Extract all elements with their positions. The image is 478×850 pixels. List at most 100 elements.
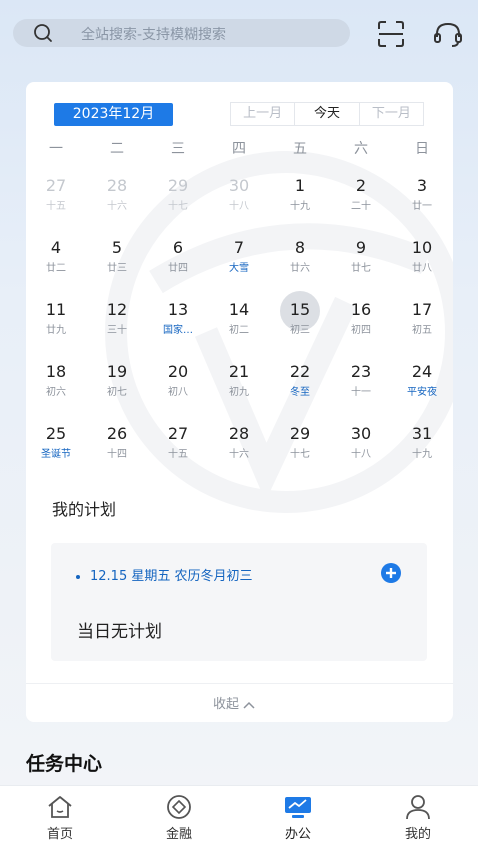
- calendar-day[interactable]: 3 廿一: [397, 175, 447, 227]
- lunar-label: 廿二: [46, 263, 66, 274]
- calendar-day[interactable]: 12 三十: [92, 299, 142, 351]
- day-number: 10: [411, 238, 433, 257]
- day-number: 30: [228, 176, 250, 195]
- calendar-day[interactable]: 26 十四: [92, 423, 142, 475]
- collapse-label: 收起: [213, 697, 240, 712]
- calendar-day[interactable]: 10 廿八: [397, 237, 447, 289]
- lunar-label: 初九: [229, 387, 249, 398]
- calendar-day[interactable]: 24 平安夜: [397, 361, 447, 413]
- day-number: 28: [106, 176, 128, 195]
- scan-icon[interactable]: [376, 20, 406, 48]
- lunar-label: 平安夜: [407, 387, 437, 398]
- plan-box: 12.15 星期五 农历冬月初三 当日无计划: [51, 543, 427, 661]
- calendar-day[interactable]: 19 初七: [92, 361, 142, 413]
- plan-date-text: 12.15 星期五 农历冬月初三: [90, 569, 253, 584]
- day-number: 25: [45, 424, 67, 443]
- plan-title: 我的计划: [52, 500, 117, 519]
- lunar-label: 廿六: [290, 263, 310, 274]
- day-number: 9: [355, 238, 367, 257]
- day-number: 7: [233, 238, 245, 257]
- bottom-tabbar: 首页 金融 办公 我的: [0, 785, 478, 850]
- weekday-label: 三: [171, 141, 185, 157]
- day-number: 26: [106, 424, 128, 443]
- lunar-label: 十八: [229, 201, 249, 212]
- calendar-day[interactable]: 4 廿二: [31, 237, 81, 289]
- day-number: 23: [350, 362, 372, 381]
- calendar-day[interactable]: 30 十八: [214, 175, 264, 227]
- calendar-day[interactable]: 1 十九: [275, 175, 325, 227]
- add-plan-icon[interactable]: [381, 563, 401, 583]
- calendar-day[interactable]: 14 初二: [214, 299, 264, 351]
- tab-finance-label: 金融: [165, 827, 192, 842]
- calendar-day[interactable]: 29 十七: [153, 175, 203, 227]
- empty-plan-text: 当日无计划: [77, 622, 162, 642]
- calendar-day[interactable]: 29 十七: [275, 423, 325, 475]
- calendar-day[interactable]: 27 十五: [31, 175, 81, 227]
- task-center-title: 任务中心: [26, 753, 103, 775]
- tab-home-label: 首页: [46, 827, 73, 842]
- lunar-label: 十九: [412, 449, 432, 460]
- month-label[interactable]: 2023年12月: [54, 103, 173, 126]
- lunar-label: 初三: [290, 325, 310, 336]
- weekday-label: 四: [232, 141, 246, 157]
- collapse-button[interactable]: 收起: [213, 693, 255, 712]
- day-number: 15: [289, 300, 311, 319]
- day-number: 30: [350, 424, 372, 443]
- calendar-day[interactable]: 23 十一: [336, 361, 386, 413]
- finance-icon: [167, 795, 191, 819]
- calendar-day[interactable]: 2 二十: [336, 175, 386, 227]
- search-bar[interactable]: 全站搜索-支持模糊搜索: [13, 19, 350, 47]
- lunar-label: 廿九: [46, 325, 66, 336]
- lunar-label: 三十: [107, 325, 127, 336]
- calendar-day[interactable]: 18 初六: [31, 361, 81, 413]
- tab-home[interactable]: 首页: [20, 786, 100, 850]
- day-number: 20: [167, 362, 189, 381]
- calendar-day[interactable]: 8 廿六: [275, 237, 325, 289]
- today-button[interactable]: 今天: [294, 103, 360, 125]
- calendar-day[interactable]: 16 初四: [336, 299, 386, 351]
- next-month-button[interactable]: 下一月: [360, 103, 423, 125]
- calendar-day[interactable]: 17 初五: [397, 299, 447, 351]
- headset-icon[interactable]: [432, 20, 464, 48]
- day-number: 29: [289, 424, 311, 443]
- calendar-day[interactable]: 13 国家…: [153, 299, 203, 351]
- weekday-header: 一二三四五六日: [26, 138, 453, 158]
- lunar-label: 十六: [229, 449, 249, 460]
- calendar-day[interactable]: 21 初九: [214, 361, 264, 413]
- calendar-day[interactable]: 22 冬至: [275, 361, 325, 413]
- divider: [26, 683, 453, 684]
- day-number: 13: [167, 300, 189, 319]
- tab-office-label: 办公: [284, 827, 311, 842]
- calendar-day[interactable]: 30 十八: [336, 423, 386, 475]
- day-number: 24: [411, 362, 433, 381]
- weekday-label: 五: [293, 141, 307, 157]
- day-number: 5: [111, 238, 123, 257]
- calendar-day[interactable]: 25 圣诞节: [31, 423, 81, 475]
- calendar-day[interactable]: 28 十六: [92, 175, 142, 227]
- lunar-label: 初七: [107, 387, 127, 398]
- calendar-day[interactable]: 20 初八: [153, 361, 203, 413]
- calendar-day[interactable]: 31 十九: [397, 423, 447, 475]
- prev-month-button[interactable]: 上一月: [231, 103, 294, 125]
- tab-finance[interactable]: 金融: [139, 786, 219, 850]
- lunar-label: 圣诞节: [41, 449, 71, 460]
- day-number: 8: [294, 238, 306, 257]
- calendar-day[interactable]: 11 廿九: [31, 299, 81, 351]
- search-icon: [34, 24, 52, 42]
- lunar-label: 初五: [412, 325, 432, 336]
- lunar-label: 国家…: [163, 325, 193, 336]
- tab-profile[interactable]: 我的: [378, 786, 458, 850]
- weekday-label: 二: [110, 141, 124, 157]
- day-number: 27: [45, 176, 67, 195]
- tab-office[interactable]: 办公: [258, 786, 338, 850]
- calendar-day-selected[interactable]: 15 初三: [275, 291, 325, 351]
- calendar-day[interactable]: 5 廿三: [92, 237, 142, 289]
- day-number: 21: [228, 362, 250, 381]
- lunar-label: 十四: [107, 449, 127, 460]
- calendar-day[interactable]: 27 十五: [153, 423, 203, 475]
- calendar-day[interactable]: 9 廿七: [336, 237, 386, 289]
- calendar-day[interactable]: 6 廿四: [153, 237, 203, 289]
- day-number: 6: [172, 238, 184, 257]
- calendar-day[interactable]: 7 大雪: [214, 237, 264, 289]
- calendar-day[interactable]: 28 十六: [214, 423, 264, 475]
